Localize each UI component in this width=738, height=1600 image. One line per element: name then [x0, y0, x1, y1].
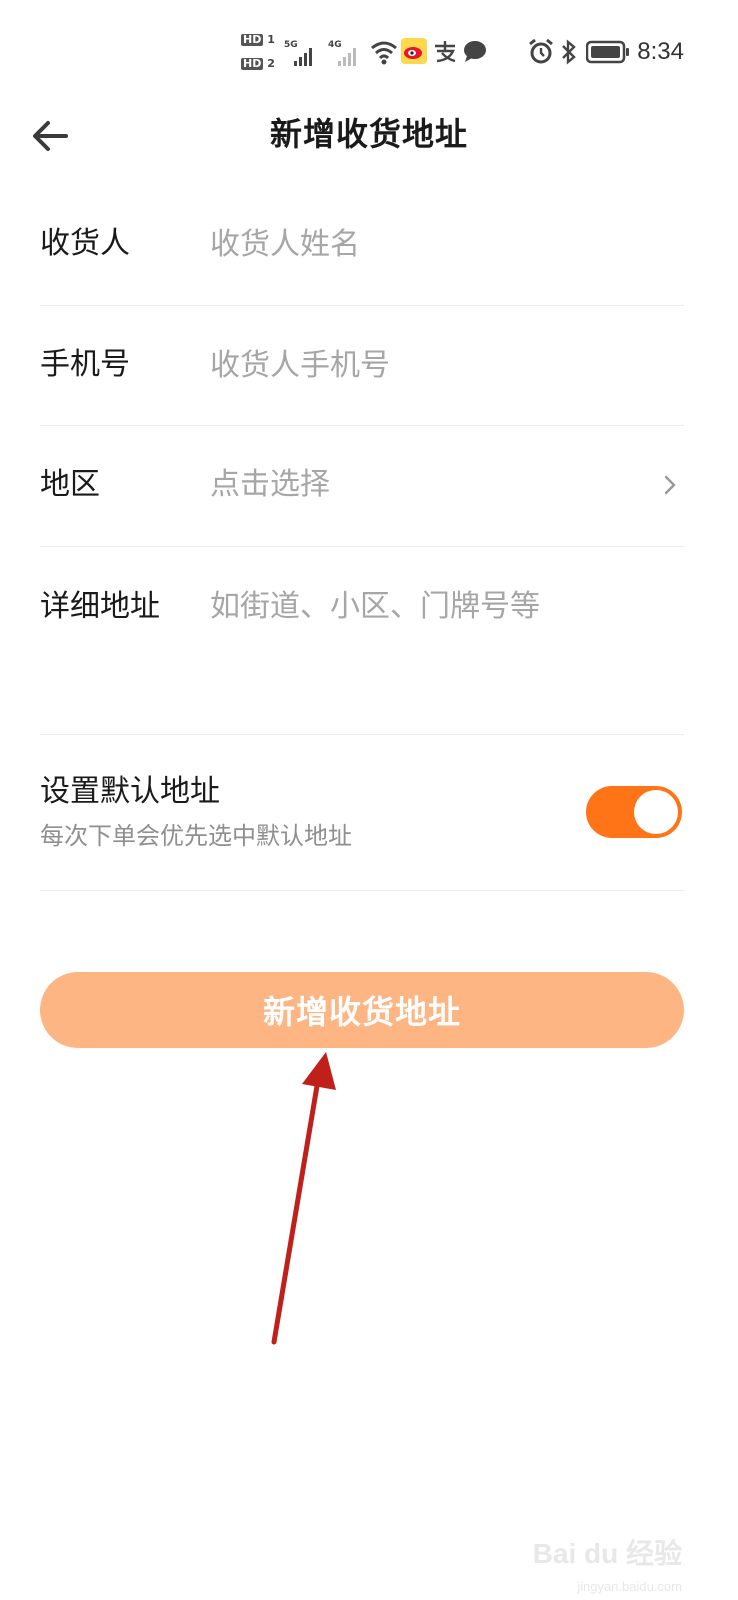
- default-address-toggle[interactable]: [586, 786, 682, 838]
- hd2-indicator: HD 2: [241, 57, 275, 70]
- default-address-row: 设置默认地址 每次下单会优先选中默认地址: [40, 734, 684, 891]
- alipay-icon: [435, 41, 456, 63]
- chevron-right-icon: [664, 475, 676, 495]
- toggle-knob: [634, 790, 678, 834]
- default-address-subtitle: 每次下单会优先选中默认地址: [40, 822, 352, 850]
- phone-input[interactable]: [210, 345, 684, 385]
- phone-label: 手机号: [40, 347, 130, 382]
- add-address-button[interactable]: 新增收货地址: [40, 972, 684, 1048]
- chat-icon: [464, 41, 486, 62]
- detail-address-input[interactable]: [210, 587, 684, 707]
- phone-row: 手机号: [40, 305, 684, 426]
- watermark-url: jingyan.baidu.com: [577, 1579, 682, 1594]
- alarm-icon: [529, 38, 553, 64]
- weibo-icon: [401, 38, 427, 64]
- bluetooth-icon: [562, 39, 576, 65]
- receiver-row: 收货人: [40, 186, 684, 306]
- region-placeholder: 点击选择: [210, 467, 330, 502]
- region-label: 地区: [40, 467, 100, 502]
- detail-row: 详细地址: [40, 546, 684, 735]
- wifi-icon: [371, 41, 397, 65]
- clock: 8:34: [637, 38, 684, 65]
- region-selector[interactable]: 地区 点击选择: [40, 425, 684, 547]
- watermark-logo: Bai du 经验: [532, 1538, 682, 1569]
- receiver-label: 收货人: [40, 226, 130, 261]
- default-address-title: 设置默认地址: [40, 774, 220, 809]
- hd1-indicator: HD 1: [241, 33, 275, 46]
- status-bar: HD 1 HD 2 5G 4G 8:34: [241, 33, 684, 70]
- detail-label: 详细地址: [40, 589, 160, 624]
- receiver-name-input[interactable]: [210, 224, 684, 264]
- page-title: 新增收货地址: [269, 115, 468, 153]
- battery-icon: [586, 40, 629, 64]
